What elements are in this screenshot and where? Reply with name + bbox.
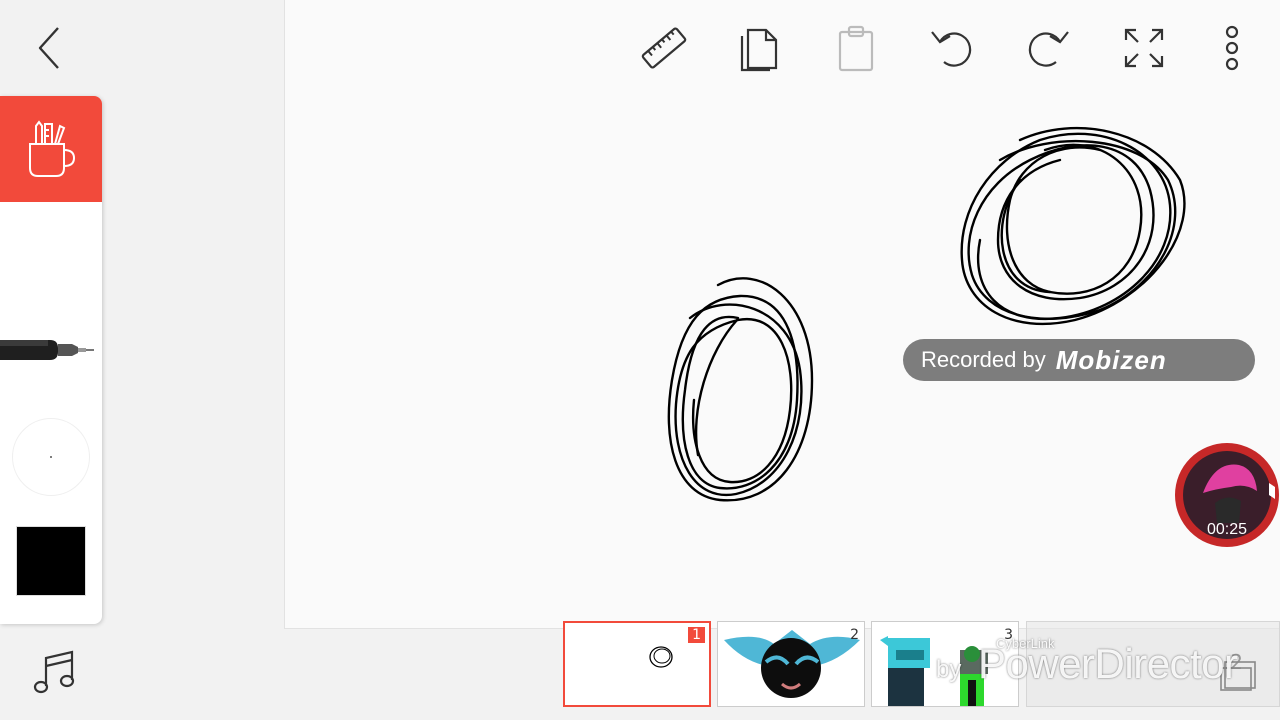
redo-button[interactable] [1022,22,1074,74]
frame-2-preview [724,630,860,698]
color-swatch[interactable] [16,526,86,596]
back-button[interactable] [28,24,76,72]
frame-thumbnail-1[interactable]: 1 [563,621,711,707]
music-button[interactable] [32,648,78,698]
copy-icon [740,28,778,72]
more-vert-icon [1225,25,1239,71]
chevron-left-icon [38,27,59,69]
tool-sidebar [0,96,102,624]
undo-icon [931,31,972,67]
pd-by-text: by [936,656,962,683]
tool-box-button[interactable] [0,96,102,202]
watermark-text: Recorded by [921,347,1046,372]
recording-watermark: Recorded by Mobizen [903,339,1255,381]
watermark-brand: Mobizen [1055,344,1167,375]
paste-button[interactable] [830,22,882,74]
fullscreen-button[interactable] [1118,22,1170,74]
ruler-button[interactable] [638,22,690,74]
frame-thumbnail-2[interactable]: 2 [717,621,865,707]
frame-number: 1 [688,627,705,643]
drawing-canvas[interactable] [284,0,1280,629]
recording-timer-bubble[interactable]: 00:25 [1175,443,1279,547]
frame-number: 2 [850,627,859,643]
recording-time: 00:25 [1206,521,1248,538]
brush-dot [50,456,52,458]
fullscreen-icon [1124,28,1164,68]
paste-icon [838,25,874,72]
music-note-icon [33,650,75,694]
brush-size-indicator[interactable] [12,418,90,496]
ruler-icon [641,27,687,69]
powerdirector-watermark: CyberLink by PowerDirector [936,636,1280,698]
pen-tool-button[interactable] [0,328,100,372]
copy-button[interactable] [734,22,786,74]
more-options-button[interactable] [1206,22,1258,74]
pen-icon [0,340,94,360]
pd-brand-text: PowerDirector [978,640,1238,687]
pencil-cup-icon [29,120,76,177]
undo-button[interactable] [926,22,978,74]
redo-icon [1028,31,1069,67]
